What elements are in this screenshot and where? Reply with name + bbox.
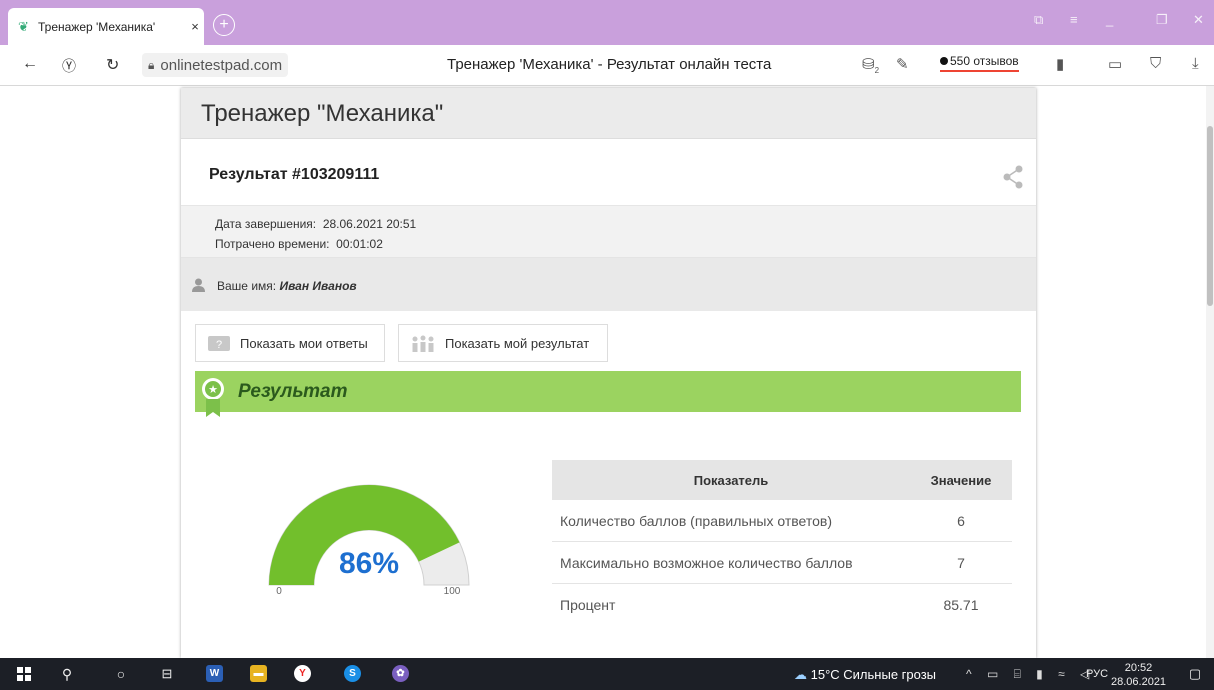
reviews-button[interactable]: 550 отзывов (940, 54, 1019, 72)
share-icon[interactable] (1002, 165, 1024, 189)
user-name: Ваше имя: Иван Иванов (217, 279, 357, 293)
system-clock[interactable]: 20:52 28.06.2021 (1111, 661, 1166, 689)
completion-value: 28.06.2021 20:51 (322, 217, 417, 231)
yandex-logo-icon[interactable]: Ⓨ (62, 56, 76, 76)
site-favicon-icon: ❦ (18, 18, 29, 34)
test-header: Тренажер "Механика" (181, 88, 1036, 139)
stat-value: 85.71 (943, 596, 979, 613)
search-icon[interactable]: ⚲ (58, 665, 76, 683)
stat-value: 7 (910, 541, 1012, 584)
battery-icon[interactable]: ▭ (1108, 55, 1122, 73)
stats-table: Показатель Значение Количество баллов (п… (552, 460, 1012, 625)
new-tab-button[interactable]: + (213, 14, 235, 36)
question-icon: ? (208, 335, 230, 351)
time-value: 00:01:02 (336, 237, 383, 251)
weather-widget[interactable]: ☁ 15°C Сильные грозы (794, 667, 936, 683)
notifications-icon[interactable]: ▢ (1186, 665, 1204, 683)
gauge-max-label: 100 (444, 586, 461, 597)
reviews-label: 550 отзывов (950, 54, 1019, 68)
result-card: Тренажер "Механика" Результат #103209111… (181, 88, 1036, 658)
tab-title: Тренажер 'Механика' (38, 19, 156, 34)
time-spent: Потрачено времени: 00:01:02 (215, 234, 1036, 254)
url-field[interactable]: 🔒︎ onlinetestpad.com (142, 53, 289, 77)
result-banner: ★ Результат (195, 371, 1021, 417)
stats-header-value: Значение (910, 460, 1012, 500)
test-title: Тренажер "Механика" (201, 100, 444, 127)
completion-date: Дата завершения: 28.06.2021 20:51 (215, 214, 1036, 234)
close-tab-icon[interactable]: × (186, 19, 204, 34)
browser-tab-bar: ❦ Тренажер 'Механика' × + ⧉ ≡ _ ❐ ✕ (0, 0, 1214, 45)
skype-icon[interactable]: S (344, 665, 361, 682)
table-row: Процент 85.71 (552, 584, 1012, 626)
weather-text: 15°C Сильные грозы (810, 667, 937, 682)
result-meta: Дата завершения: 28.06.2021 20:51 Потрач… (181, 206, 1036, 258)
cortana-icon[interactable]: ○ (112, 665, 130, 683)
lock-icon: 🔒︎ (148, 57, 155, 72)
clock-date: 28.06.2021 (1111, 676, 1167, 688)
stats-header-indicator: Показатель (552, 460, 910, 500)
svg-text:?: ? (216, 339, 222, 351)
reload-icon[interactable]: ↻ (106, 55, 119, 75)
gauge-percent: 86% (339, 547, 399, 580)
menu-icon[interactable]: ≡ (1070, 12, 1078, 27)
stat-label: Максимально возможное количество баллов (552, 541, 910, 584)
windows-taskbar: ⚲ ○ ⊟ W ▬ Y S ✿ ☁ 15°C Сильные грозы ^ ▭… (0, 658, 1214, 690)
result-title: Результат #103209111 (209, 166, 380, 183)
user-name-label: Ваше имя: (217, 279, 277, 293)
yandex-browser-icon[interactable]: Y (294, 665, 311, 682)
minimize-icon[interactable]: _ (1106, 12, 1113, 27)
section-title: Результат (238, 381, 348, 402)
show-answers-label: Показать мои ответы (240, 335, 368, 351)
window-close-icon[interactable]: ✕ (1193, 12, 1204, 28)
result-row: Результат #103209111 (181, 139, 1036, 206)
extension-badge: 2 (874, 66, 880, 75)
tab-pin-icon[interactable]: ⧉ (1034, 12, 1043, 28)
completion-label: Дата завершения: (215, 217, 317, 231)
download-icon[interactable]: ⤓ (1192, 55, 1199, 72)
page-title: Тренажер 'Механика' - Результат онлайн т… (447, 56, 772, 73)
task-view-icon[interactable]: ⊟ (158, 665, 176, 683)
url-text: onlinetestpad.com (160, 56, 283, 74)
award-medal-icon: ★ (202, 378, 224, 417)
scrollbar-thumb[interactable] (1207, 126, 1213, 306)
chat-bubble-icon (940, 57, 948, 65)
maximize-icon[interactable]: ❐ (1156, 12, 1168, 28)
user-name-value: Иван Иванов (279, 279, 357, 293)
time-label: Потрачено времени: (215, 237, 330, 251)
user-icon (192, 278, 205, 292)
table-row: Количество баллов (правильных ответов) 6 (552, 500, 1012, 542)
system-tray-icons[interactable]: ^ ▭ ⌸ ▮ ≈ ◁ (966, 667, 1095, 682)
feather-icon[interactable]: ✎ (896, 55, 909, 73)
extension-icon[interactable]: ⛁2 (862, 55, 879, 75)
back-arrow-icon[interactable]: ← (22, 55, 38, 73)
gauge-min-label: 0 (276, 586, 282, 597)
table-row: Максимально возможное количество баллов … (552, 541, 1012, 584)
file-explorer-icon[interactable]: ▬ (250, 665, 267, 682)
score-gauge: 86% 0 100 (268, 484, 470, 597)
paint-app-icon[interactable]: ✿ (392, 665, 409, 682)
address-bar: ← Ⓨ ↻ 🔒︎ onlinetestpad.com Тренажер 'Мех… (0, 45, 1214, 86)
stat-label: Процент (560, 596, 616, 613)
stat-value: 6 (910, 500, 1012, 542)
word-app-icon[interactable]: W (206, 665, 223, 682)
user-name-row: Ваше имя: Иван Иванов (181, 258, 1036, 311)
protect-icon[interactable]: ⛉ (1150, 55, 1161, 72)
stats-header-row: Показатель Значение (552, 460, 1012, 500)
show-result-button[interactable]: Показать мой результат (398, 324, 608, 362)
windows-start-icon[interactable] (16, 665, 32, 683)
clock-time: 20:52 (1124, 662, 1153, 674)
show-result-label: Показать мой результат (445, 335, 590, 351)
show-answers-button[interactable]: ? Показать мои ответы (195, 324, 385, 362)
bookmark-icon[interactable]: ▮ (1056, 55, 1064, 73)
browser-tab[interactable]: ❦ Тренажер 'Механика' × (8, 8, 204, 45)
weather-cloud-icon: ☁ (794, 667, 807, 682)
people-icon (412, 335, 434, 352)
language-indicator[interactable]: РУС (1086, 668, 1108, 680)
page-scrollbar[interactable] (1206, 86, 1214, 658)
svg-text:★: ★ (208, 383, 218, 396)
stat-label: Количество баллов (правильных ответов) (552, 500, 910, 542)
